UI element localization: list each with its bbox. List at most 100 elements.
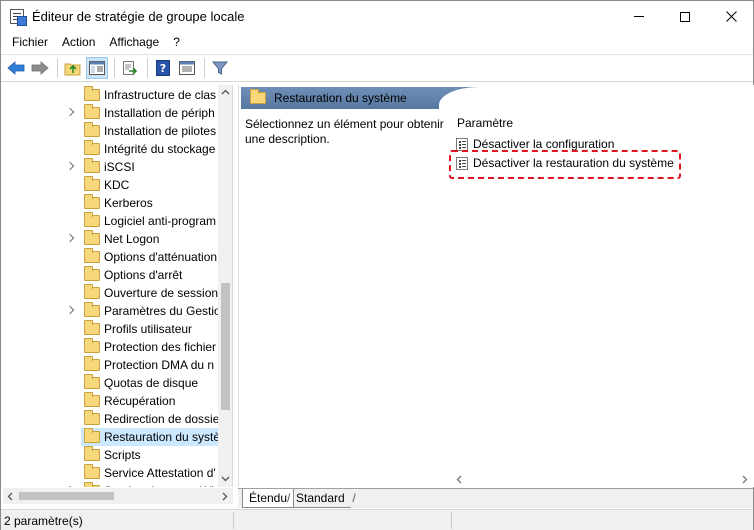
tree-item[interactable]: Profils utilisateur [3,320,218,338]
tree-item[interactable]: Kerberos [3,194,218,212]
menu-help[interactable]: ? [166,32,187,53]
toolbar-separator [57,58,58,78]
scroll-right-icon[interactable] [742,475,748,484]
tree-item[interactable]: Scripts [3,446,218,464]
scroll-up-icon[interactable] [221,89,230,95]
export-list-icon [123,61,138,75]
menu-action[interactable]: Action [55,32,102,53]
up-folder-icon [64,63,81,76]
tree-scroll-thumb[interactable] [221,283,230,410]
folder-icon [84,176,100,191]
folder-icon [84,266,100,281]
close-button[interactable] [708,1,754,32]
scroll-down-icon[interactable] [221,476,230,482]
back-button[interactable] [5,57,27,79]
forward-button[interactable] [29,57,51,79]
chevron-right-icon[interactable] [66,306,76,316]
tree-item[interactable]: Redirection de dossie [3,410,219,428]
filter-icon [212,61,228,75]
toolbar-separator [114,58,115,78]
status-divider [451,512,452,529]
folder-icon [84,86,100,101]
tree-item[interactable]: Restauration du systè [81,428,220,446]
tree-item[interactable]: Protection DMA du n [3,356,218,374]
tree-item[interactable]: Installation de pilotes [3,122,218,140]
tree-horizontal-scrollbar[interactable] [3,488,233,504]
folder-icon [84,140,100,155]
tree-item-label: Protection des fichier [104,340,217,354]
tree-item[interactable]: Quotas de disque [3,374,218,392]
tree-item-label: Options d'atténuation [104,250,218,264]
tree-hscroll-thumb[interactable] [19,492,114,500]
scroll-left-icon[interactable] [7,492,13,501]
tree-item[interactable]: Logiciel anti-program [3,212,218,230]
maximize-button[interactable] [662,1,708,32]
up-folder-button[interactable] [62,57,84,79]
tree-item-label: Intégrité du stockage [104,142,216,156]
description-area: Sélectionnez un élément pour obtenir une… [239,113,445,153]
details-title: Restauration du système [274,91,407,105]
help-button[interactable]: ? [152,57,174,79]
tree-item[interactable]: Paramètres du Gestio [3,302,221,320]
minimize-icon [634,16,644,17]
details-horizontal-scrollbar[interactable] [454,471,754,487]
tree-item[interactable]: Infrastructure de clas [3,86,218,104]
tree-item[interactable]: Options d'arrêt [3,266,218,284]
tree-item[interactable]: Net Logon [3,230,218,248]
maximize-icon [680,11,690,22]
details-vertical-scrollbar[interactable] [739,109,754,487]
properties-button[interactable] [176,57,198,79]
tree-item[interactable]: Options d'atténuation [3,248,218,266]
folder-icon [84,302,100,317]
tree-item[interactable]: Protection des fichier [3,338,218,356]
export-list-button[interactable] [119,57,141,79]
column-header-setting[interactable]: Paramètre [457,116,513,130]
tree-item-label: Infrastructure de clas [104,88,217,102]
menu-file[interactable]: Fichier [5,32,55,53]
folder-icon [84,284,100,299]
tree-item-label: iSCSI [104,160,135,174]
tree-item[interactable]: iSCSI [3,158,218,176]
scroll-left-icon[interactable] [456,475,462,484]
folder-icon [84,392,100,407]
tree-item[interactable]: Ouverture de session [3,284,218,302]
show-hide-tree-button[interactable] [86,57,108,79]
filter-button[interactable] [209,57,231,79]
menu-bar: Fichier Action Affichage ? [1,32,753,53]
chevron-right-icon[interactable] [66,486,76,487]
tab-standard[interactable]: Standard [287,489,355,508]
tree-item-label: Service Attestation d' [104,466,216,480]
folder-icon [84,446,100,461]
tree-item[interactable]: Service Attestation d' [3,464,218,482]
folder-icon [84,338,100,353]
window-title: Éditeur de stratégie de groupe locale [32,9,245,24]
show-hide-tree-icon [89,61,105,75]
forward-icon [31,61,49,75]
chevron-right-icon[interactable] [66,108,76,118]
tree-item[interactable]: Service de temps Wi [3,482,218,487]
minimize-button[interactable] [616,1,662,32]
tree-item[interactable]: Installation de périph [3,104,218,122]
folder-icon [250,89,266,104]
tree-item-label: Quotas de disque [104,376,199,390]
details-header: Restauration du système [239,85,754,111]
folder-icon [84,374,100,389]
tree-vertical-scrollbar[interactable] [218,85,232,487]
tree-item-label: Paramètres du Gestio [104,304,221,318]
tree-item[interactable]: Récupération [3,392,218,410]
tree-item-label: Installation de périph [104,106,215,120]
folder-icon [84,464,100,479]
menu-view[interactable]: Affichage [102,32,166,53]
highlight-annotation-box [449,150,681,179]
gpedit-app-icon [10,9,27,26]
folder-icon [84,428,100,443]
tree-item-label: Scripts [104,448,141,462]
scroll-right-icon[interactable] [222,492,228,501]
tree-item[interactable]: KDC [3,176,218,194]
tree-item-label: KDC [104,178,130,192]
folder-icon [84,194,100,209]
tree-item[interactable]: Intégrité du stockage [3,140,218,158]
chevron-right-icon[interactable] [66,162,76,172]
toolbar: ? [1,54,753,82]
chevron-right-icon[interactable] [66,234,76,244]
